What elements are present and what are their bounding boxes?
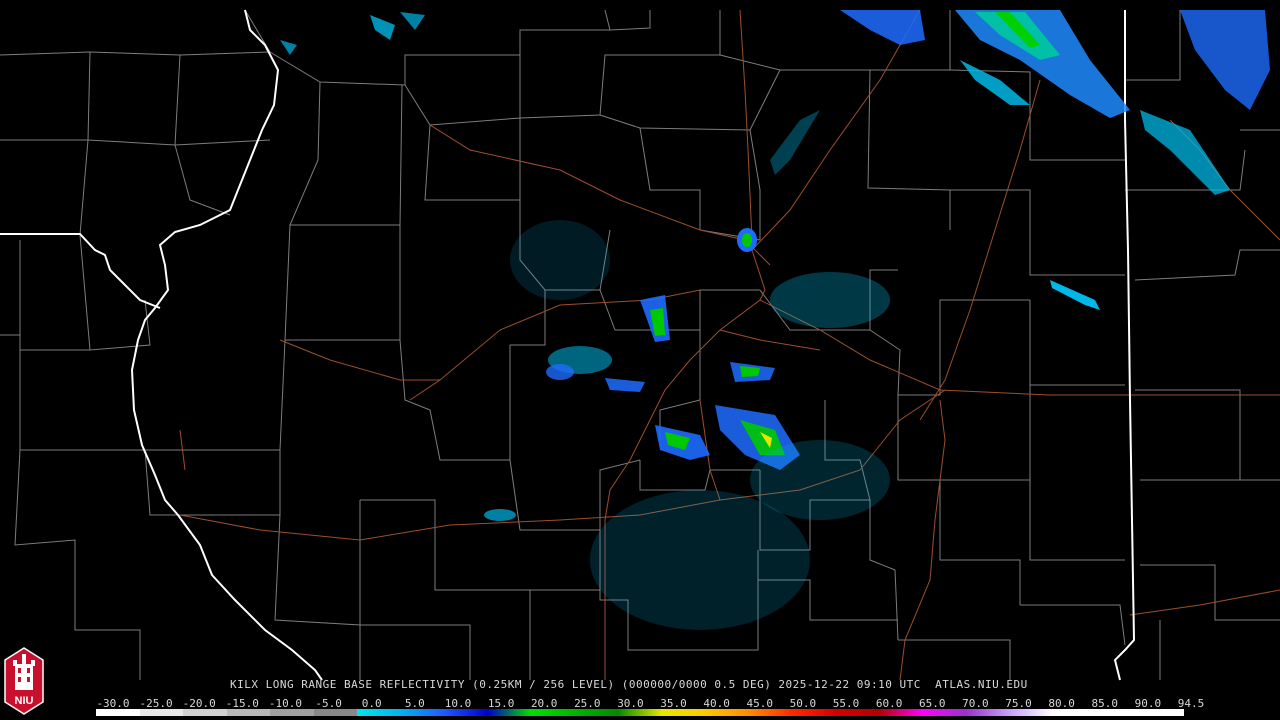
- colorbar-segment: [183, 709, 227, 716]
- colorbar-segment: [487, 709, 532, 716]
- colorbar-segment: [966, 709, 1010, 716]
- colorbar-segment: [748, 709, 793, 716]
- reflectivity-echoes: [280, 10, 1270, 630]
- colorbar-segment: [1053, 709, 1097, 716]
- reflectivity-colorbar: [96, 709, 1184, 716]
- colorbar-segment: [1140, 709, 1184, 716]
- product-caption: KILX LONG RANGE BASE REFLECTIVITY (0.25K…: [230, 678, 1028, 691]
- radar-map: [0, 9, 1280, 681]
- logo-text: NIU: [15, 695, 34, 707]
- iowa-missouri-border: [0, 233, 161, 309]
- niu-tower-logo-icon: NIU: [4, 647, 44, 715]
- colorbar-segment: [792, 709, 836, 716]
- colorbar-segment: [618, 709, 662, 716]
- colorbar-segment: [1096, 709, 1141, 716]
- colorbar-segment: [531, 709, 575, 716]
- colorbar-segment: [574, 709, 619, 716]
- colorbar-segment: [1009, 709, 1054, 716]
- colorbar-segment: [96, 709, 140, 716]
- colorbar-segment: [661, 709, 706, 716]
- colorbar-segment: [705, 709, 749, 716]
- state-borders: [0, 9, 1136, 681]
- scale-labels: -30.0 -25.0 -20.0 -15.0 -10.0 -5.0 0.0 5.0 10.0 1…: [95, 697, 1204, 710]
- colorbar-segment: [226, 709, 271, 716]
- colorbar-segment: [922, 709, 967, 716]
- colorbar-segment: [879, 709, 923, 716]
- colorbar-segment: [400, 709, 445, 716]
- colorbar-segment: [835, 709, 880, 716]
- colorbar-segment: [357, 709, 401, 716]
- colorbar-segment: [444, 709, 488, 716]
- colorbar-segment: [270, 709, 314, 716]
- colorbar-segment: [139, 709, 184, 716]
- colorbar-segment: [313, 709, 358, 716]
